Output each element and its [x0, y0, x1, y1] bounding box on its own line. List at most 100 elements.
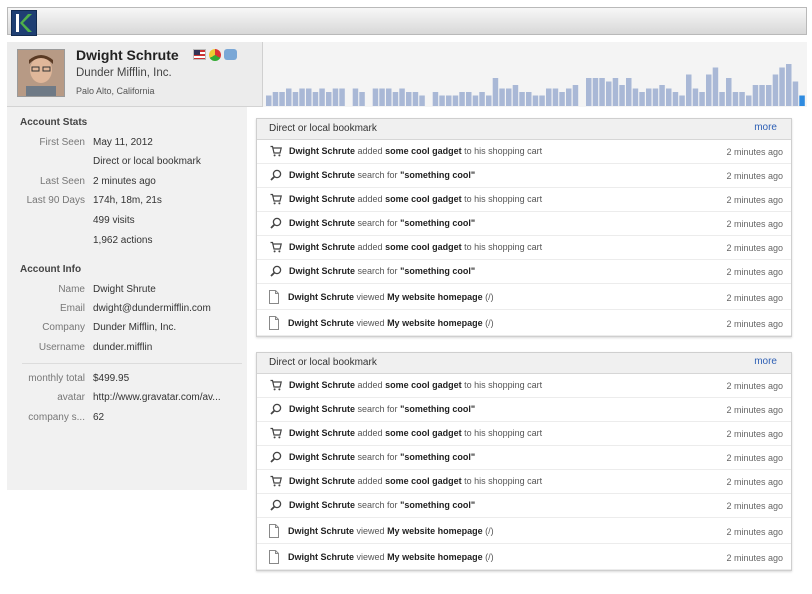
more-link[interactable]: more [754, 122, 777, 133]
activity-item[interactable]: Dwight Schrute search for "something coo… [257, 164, 791, 188]
activity-bar [612, 78, 619, 106]
activity-bar [566, 88, 572, 106]
activity-bar [339, 88, 345, 106]
activity-bar [606, 81, 612, 106]
activity-item[interactable]: Dwight Schrute viewed My website homepag… [257, 518, 791, 544]
stat-key: Last 90 Days [26, 195, 85, 206]
info-row-company-size: company s... 62 [7, 412, 247, 430]
activity-object[interactable]: "something cool" [400, 218, 475, 228]
activity-bar [792, 81, 799, 106]
activity-suffix[interactable]: (/) [485, 526, 494, 536]
activity-user[interactable]: Dwight Schrute [289, 500, 355, 510]
activity-item[interactable]: Dwight Schrute viewed My website homepag… [257, 284, 791, 310]
activity-bar [419, 95, 425, 106]
panel-title: Direct or local bookmark [269, 357, 377, 368]
activity-user[interactable]: Dwight Schrute [288, 292, 354, 302]
activity-bar-current [799, 95, 805, 106]
activity-object[interactable]: some cool gadget [385, 476, 462, 486]
activity-item[interactable]: Dwight Schrute viewed My website homepag… [257, 544, 791, 570]
activity-user[interactable]: Dwight Schrute [289, 146, 355, 156]
activity-time: 2 minutes ago [726, 405, 783, 415]
cart-icon [270, 241, 282, 253]
activity-user[interactable]: Dwight Schrute [289, 170, 355, 180]
activity-object[interactable]: "something cool" [400, 170, 475, 180]
activity-user[interactable]: Dwight Schrute [289, 218, 355, 228]
activity-bar [712, 67, 719, 106]
activity-user[interactable]: Dwight Schrute [289, 452, 355, 462]
info-value[interactable]: http://www.gravatar.com/av... [93, 392, 221, 403]
activity-object[interactable]: some cool gadget [385, 242, 462, 252]
search-icon [270, 451, 282, 463]
info-value[interactable]: dwight@dundermifflin.com [93, 303, 211, 314]
info-key: company s... [28, 412, 85, 423]
activity-object[interactable]: My website homepage [387, 552, 483, 562]
stat-value: Direct or local bookmark [93, 156, 201, 167]
activity-user[interactable]: Dwight Schrute [288, 318, 354, 328]
activity-bar [432, 92, 439, 106]
activity-item[interactable]: Dwight Schrute search for "something coo… [257, 212, 791, 236]
activity-object[interactable]: "something cool" [400, 404, 475, 414]
activity-bar [452, 95, 459, 106]
activity-verb: added [357, 428, 383, 438]
activity-suffix[interactable]: (/) [485, 318, 494, 328]
activity-object[interactable]: "something cool" [400, 500, 475, 510]
activity-user[interactable]: Dwight Schrute [289, 380, 355, 390]
document-icon [268, 550, 280, 564]
activity-suffix[interactable]: (/) [485, 552, 494, 562]
activity-user[interactable]: Dwight Schrute [289, 194, 355, 204]
activity-object[interactable]: My website homepage [387, 292, 483, 302]
activity-suffix: to his shopping cart [464, 242, 543, 252]
activity-bar [552, 88, 559, 106]
activity-time: 2 minutes ago [726, 527, 783, 537]
activity-object[interactable]: some cool gadget [385, 428, 462, 438]
avatar[interactable] [17, 49, 65, 97]
activity-item[interactable]: Dwight Schrute viewed My website homepag… [257, 310, 791, 336]
activity-user[interactable]: Dwight Schrute [289, 404, 355, 414]
cart-icon [270, 427, 282, 439]
activity-object[interactable]: some cool gadget [385, 146, 462, 156]
activity-bar [699, 92, 705, 106]
activity-item[interactable]: Dwight Schrute search for "something coo… [257, 398, 791, 422]
stat-row-actions: 1,962 actions [7, 235, 247, 253]
activity-bar [399, 88, 405, 106]
activity-object[interactable]: My website homepage [387, 526, 483, 536]
activity-user[interactable]: Dwight Schrute [289, 476, 355, 486]
activity-item[interactable]: Dwight Schrute added some cool gadget to… [257, 422, 791, 446]
activity-item[interactable]: Dwight Schrute added some cool gadget to… [257, 188, 791, 212]
search-icon [270, 217, 282, 229]
activity-user[interactable]: Dwight Schrute [289, 266, 355, 276]
activity-verb: viewed [356, 318, 385, 328]
info-row-monthly-total: monthly total $499.95 [7, 373, 247, 391]
activity-item[interactable]: Dwight Schrute added some cool gadget to… [257, 236, 791, 260]
activity-bar [506, 88, 512, 106]
activity-object[interactable]: "something cool" [400, 266, 475, 276]
activity-user[interactable]: Dwight Schrute [289, 428, 355, 438]
stat-value: 2 minutes ago [93, 176, 156, 187]
activity-user[interactable]: Dwight Schrute [288, 552, 354, 562]
activity-item[interactable]: Dwight Schrute search for "something coo… [257, 446, 791, 470]
activity-item[interactable]: Dwight Schrute search for "something coo… [257, 494, 791, 518]
cart-icon [270, 145, 282, 157]
activity-bar [679, 95, 685, 106]
activity-time: 2 minutes ago [726, 501, 783, 511]
activity-object[interactable]: some cool gadget [385, 194, 462, 204]
activity-suffix[interactable]: (/) [485, 292, 494, 302]
activity-bar [592, 78, 599, 106]
activity-item[interactable]: Dwight Schrute added some cool gadget to… [257, 140, 791, 164]
activity-item[interactable]: Dwight Schrute search for "something coo… [257, 260, 791, 284]
activity-time: 2 minutes ago [726, 429, 783, 439]
activity-bar [292, 92, 299, 106]
activity-user[interactable]: Dwight Schrute [288, 526, 354, 536]
activity-item[interactable]: Dwight Schrute added some cool gadget to… [257, 374, 791, 398]
activity-object[interactable]: "something cool" [400, 452, 475, 462]
activity-bar [692, 88, 699, 106]
app-logo-icon[interactable] [11, 10, 37, 36]
activity-bar [392, 92, 399, 106]
activity-item[interactable]: Dwight Schrute added some cool gadget to… [257, 470, 791, 494]
activity-verb: added [357, 194, 383, 204]
info-key: avatar [57, 392, 85, 403]
activity-user[interactable]: Dwight Schrute [289, 242, 355, 252]
activity-object[interactable]: My website homepage [387, 318, 483, 328]
more-link[interactable]: more [754, 356, 777, 367]
activity-object[interactable]: some cool gadget [385, 380, 462, 390]
